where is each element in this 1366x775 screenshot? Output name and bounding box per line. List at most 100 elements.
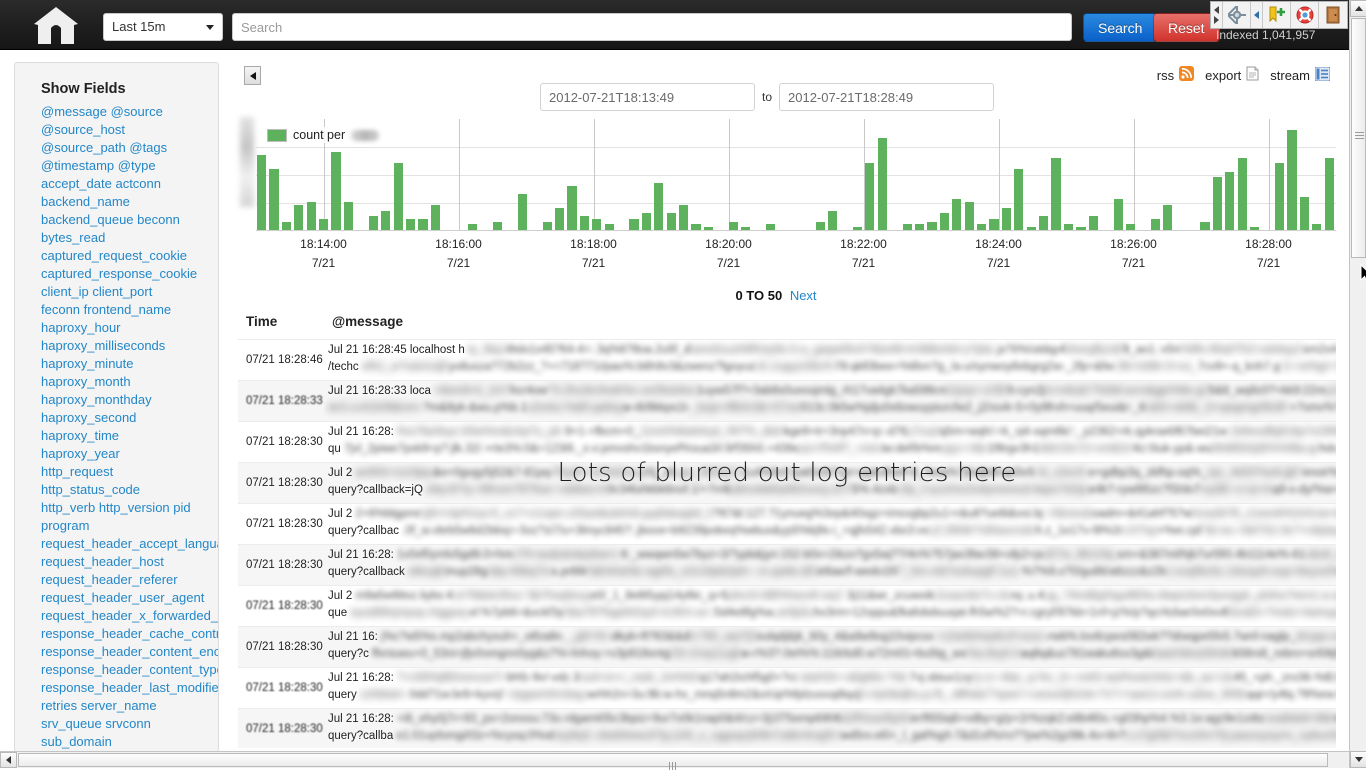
field-row[interactable]: haproxy_month: [41, 373, 218, 391]
field-row[interactable]: response_header_last_modified: [41, 679, 218, 697]
chart-bar[interactable]: [1089, 216, 1098, 230]
chart-bar[interactable]: [1163, 205, 1172, 230]
chart-bar[interactable]: [1064, 224, 1073, 230]
chart-bar[interactable]: [344, 202, 353, 230]
time-range-selector[interactable]: Last 15m: [103, 13, 223, 41]
search-input[interactable]: [232, 13, 1072, 41]
chart-bar[interactable]: [828, 211, 837, 230]
field-row[interactable]: haproxy_milliseconds: [41, 337, 218, 355]
chart-bar[interactable]: [1076, 227, 1085, 230]
chart-bar[interactable]: [704, 227, 713, 230]
chart-bar[interactable]: [331, 152, 340, 230]
field-link[interactable]: server_name: [81, 698, 157, 713]
stream-list-icon[interactable]: [1315, 67, 1330, 84]
table-row[interactable]: 07/21 18:28:30Jul 2 m9a5w6ttxz.liybs:4 v…: [238, 585, 1336, 626]
scroll-left-button[interactable]: [0, 752, 17, 768]
field-row[interactable]: response_header_content_encoding: [41, 643, 218, 661]
histogram-chart[interactable]: count per 18:14:007/2118:16:007/2118:18:…: [238, 111, 1334, 276]
column-header-message[interactable]: @message: [332, 314, 1336, 329]
collapse-left-arrow-icon[interactable]: [1251, 2, 1263, 28]
chart-bar[interactable]: [1051, 158, 1060, 230]
field-row[interactable]: http_verb http_version pid: [41, 499, 218, 517]
field-row[interactable]: request_header_user_agent: [41, 589, 218, 607]
field-row[interactable]: request_header_host: [41, 553, 218, 571]
field-link[interactable]: @source: [111, 104, 163, 119]
field-link[interactable]: http_verb: [41, 500, 95, 515]
page-horizontal-scrollbar[interactable]: [0, 751, 1349, 768]
chart-bar[interactable]: [642, 213, 651, 230]
field-row[interactable]: @source_host: [41, 121, 218, 139]
table-row[interactable]: 07/21 18:28:46Jul 21 16:28:45 localhost …: [238, 339, 1336, 380]
field-row[interactable]: feconn frontend_name: [41, 301, 218, 319]
chart-bar[interactable]: [468, 224, 477, 230]
field-link[interactable]: haproxy_month: [41, 374, 131, 389]
chart-bar[interactable]: [555, 208, 564, 230]
field-link[interactable]: program: [41, 518, 89, 533]
field-row[interactable]: @timestamp @type: [41, 157, 218, 175]
next-page-link[interactable]: Next: [790, 288, 817, 303]
chart-bar[interactable]: [729, 222, 738, 230]
column-header-time[interactable]: Time: [246, 314, 332, 329]
field-link[interactable]: @type: [118, 158, 156, 173]
field-link[interactable]: backend_name: [41, 194, 130, 209]
chart-bar[interactable]: [915, 224, 924, 230]
chart-bar[interactable]: [394, 163, 403, 230]
scroll-down-button[interactable]: [1350, 751, 1366, 768]
table-row[interactable]: 07/21 18:28:30Jul 2 an0h5+/zzi3jep &e+0g…: [238, 462, 1336, 503]
field-link[interactable]: haproxy_second: [41, 410, 136, 425]
logout-door-icon[interactable]: [1319, 2, 1347, 28]
field-row[interactable]: request_header_referer: [41, 571, 218, 589]
chart-bar[interactable]: [567, 186, 576, 230]
field-link[interactable]: response_header_last_modified: [41, 680, 219, 695]
field-row[interactable]: request_header_accept_language: [41, 535, 218, 553]
settings-gear-icon[interactable]: [1223, 2, 1251, 28]
field-link[interactable]: client_ip: [41, 284, 89, 299]
chart-bar[interactable]: [927, 222, 936, 230]
chart-bar[interactable]: [1238, 158, 1247, 230]
field-row[interactable]: retries server_name: [41, 697, 218, 715]
field-link[interactable]: captured_response_cookie: [41, 266, 197, 281]
add-bookmark-icon[interactable]: [1263, 2, 1291, 28]
field-row[interactable]: response_header_content_type: [41, 661, 218, 679]
chart-bar[interactable]: [1151, 219, 1160, 230]
field-row[interactable]: backend_queue beconn: [41, 211, 218, 229]
field-row[interactable]: @source_path @tags: [41, 139, 218, 157]
chart-bar[interactable]: [282, 222, 291, 230]
table-row[interactable]: 07/21 18:28:30Jul 21 16: j%c?w5%s .mp2ab…: [238, 626, 1336, 667]
chart-bar[interactable]: [1114, 199, 1123, 230]
field-link[interactable]: haproxy_year: [41, 446, 120, 461]
chart-bar[interactable]: [1002, 208, 1011, 230]
table-row[interactable]: 07/21 18:28:30Jul 21 16:28: ?=c56%j6lh/o…: [238, 667, 1336, 708]
field-row[interactable]: haproxy_year: [41, 445, 218, 463]
chart-bar[interactable]: [679, 205, 688, 230]
export-document-icon[interactable]: [1246, 66, 1259, 84]
table-row[interactable]: 07/21 18:28:30Jul 2 2+6%blgpmr ej9=t-bp%…: [238, 503, 1336, 544]
field-link[interactable]: http_request: [41, 464, 113, 479]
chart-bar[interactable]: [741, 227, 750, 230]
field-link[interactable]: @timestamp: [41, 158, 114, 173]
field-row[interactable]: http_request: [41, 463, 218, 481]
field-link[interactable]: retries: [41, 698, 77, 713]
chart-bar[interactable]: [1250, 227, 1259, 230]
table-row[interactable]: 07/21 18:28:30Jul 21 16:28: =i6_ehy0j7r=…: [238, 708, 1336, 748]
field-link[interactable]: @tags: [129, 140, 167, 155]
field-row[interactable]: sub_domain: [41, 733, 218, 751]
field-link[interactable]: haproxy_monthday: [41, 392, 152, 407]
chart-bar[interactable]: [1126, 224, 1135, 230]
rss-link[interactable]: rss: [1157, 68, 1174, 83]
chart-bar[interactable]: [853, 227, 862, 230]
chart-bar[interactable]: [1200, 222, 1209, 230]
field-row[interactable]: haproxy_time: [41, 427, 218, 445]
field-link[interactable]: haproxy_hour: [41, 320, 121, 335]
chart-bar[interactable]: [307, 202, 316, 230]
chart-bar[interactable]: [493, 222, 502, 230]
chart-bar[interactable]: [903, 224, 912, 230]
chart-bar[interactable]: [257, 155, 266, 230]
chart-bar[interactable]: [952, 199, 961, 230]
field-row[interactable]: accept_date actconn: [41, 175, 218, 193]
vertical-scroll-thumb[interactable]: [1351, 18, 1366, 258]
field-row[interactable]: bytes_read: [41, 229, 218, 247]
chart-bar[interactable]: [1039, 216, 1048, 230]
field-link[interactable]: srv_queue: [41, 716, 102, 731]
scroll-up-button[interactable]: [1350, 0, 1366, 17]
